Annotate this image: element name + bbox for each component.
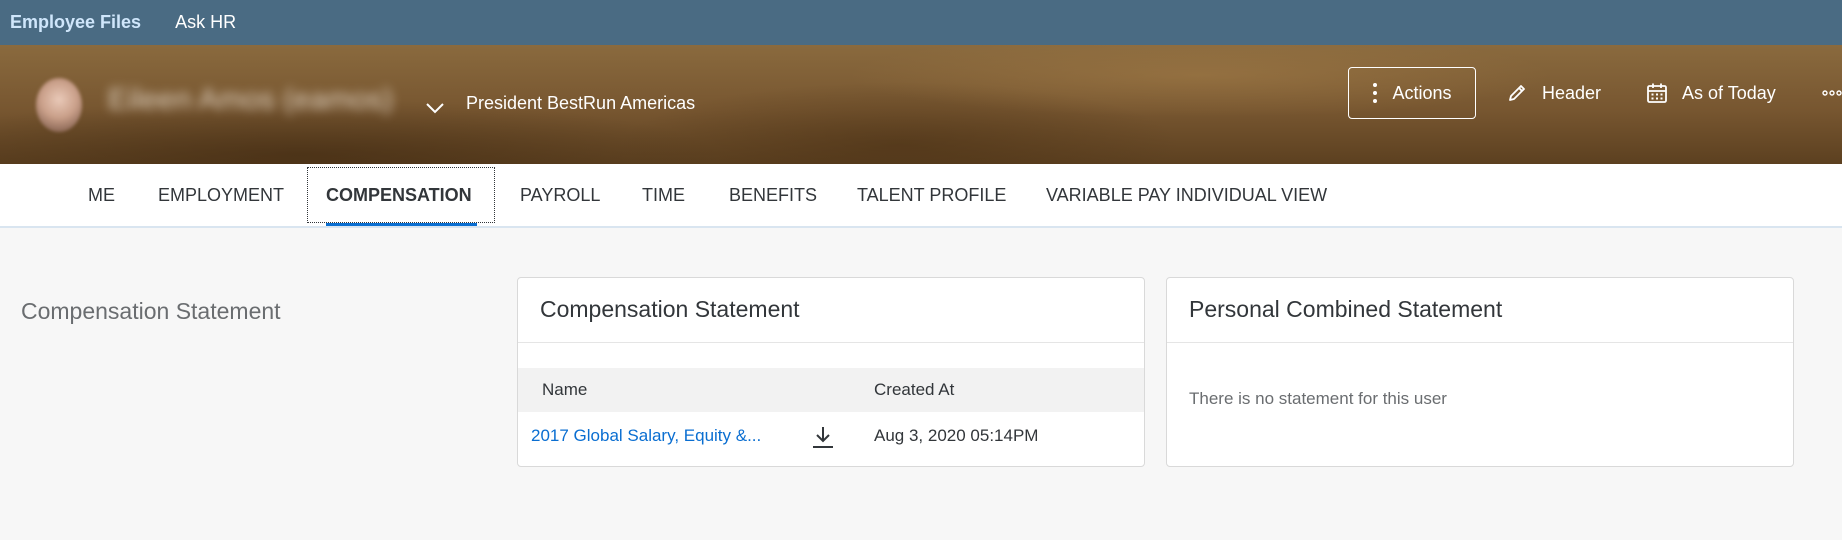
more-actions-button[interactable] [1822, 67, 1842, 119]
tab-compensation[interactable]: COMPENSATION [326, 164, 472, 226]
tab-time[interactable]: TIME [642, 164, 685, 226]
personal-combined-statement-card: Personal Combined Statement There is no … [1166, 277, 1794, 467]
horizontal-dots-icon [1822, 90, 1842, 96]
header-label: Header [1542, 82, 1602, 103]
created-at-value: Aug 3, 2020 05:14PM [874, 426, 1039, 445]
nav-employee-files[interactable]: Employee Files [10, 12, 141, 33]
card-title: Personal Combined Statement [1189, 296, 1503, 322]
column-header-created-at: Created At [874, 380, 955, 399]
calendar-icon [1647, 83, 1667, 103]
pencil-icon [1509, 85, 1525, 101]
tab-talent-profile[interactable]: TALENT PROFILE [857, 164, 1006, 226]
header-button[interactable]: Header [1506, 67, 1601, 119]
divider [1167, 342, 1793, 343]
avatar[interactable] [36, 78, 82, 132]
nav-ask-hr[interactable]: Ask HR [175, 12, 236, 33]
vertical-dots-icon [1373, 83, 1378, 103]
top-navigation-bar: Employee Files Ask HR [0, 0, 1842, 45]
download-icon[interactable] [810, 424, 836, 450]
person-name: Eileen Amos (eamos) [108, 83, 394, 116]
job-title: President BestRun Americas [466, 93, 696, 113]
actions-label: Actions [1392, 82, 1452, 103]
table-header: Name Created At [518, 368, 1144, 412]
profile-header-banner: Eileen Amos (eamos) President BestRun Am… [0, 45, 1842, 164]
chevron-down-icon[interactable] [424, 97, 446, 119]
statement-link[interactable]: 2017 Global Salary, Equity &... [531, 426, 761, 446]
as-of-today-button[interactable]: As of Today [1646, 67, 1776, 119]
tab-variable-pay-individual-view[interactable]: VARIABLE PAY INDIVIDUAL VIEW [1046, 164, 1327, 226]
tab-bar: ME EMPLOYMENT COMPENSATION PAYROLL TIME … [0, 164, 1842, 228]
column-header-name: Name [542, 380, 588, 399]
tab-benefits[interactable]: BENEFITS [729, 164, 817, 226]
section-title: Compensation Statement [21, 298, 281, 324]
compensation-statement-card: Compensation Statement Name Created At 2… [517, 277, 1145, 467]
tab-employment[interactable]: EMPLOYMENT [158, 164, 284, 226]
card-title: Compensation Statement [540, 296, 800, 322]
divider [518, 342, 1144, 343]
as-of-today-label: As of Today [1682, 82, 1776, 103]
empty-message: There is no statement for this user [1189, 389, 1447, 408]
selected-tab-indicator [326, 223, 477, 226]
tab-payroll[interactable]: PAYROLL [520, 164, 600, 226]
tab-me[interactable]: ME [88, 164, 115, 226]
actions-button[interactable]: Actions [1348, 67, 1476, 119]
